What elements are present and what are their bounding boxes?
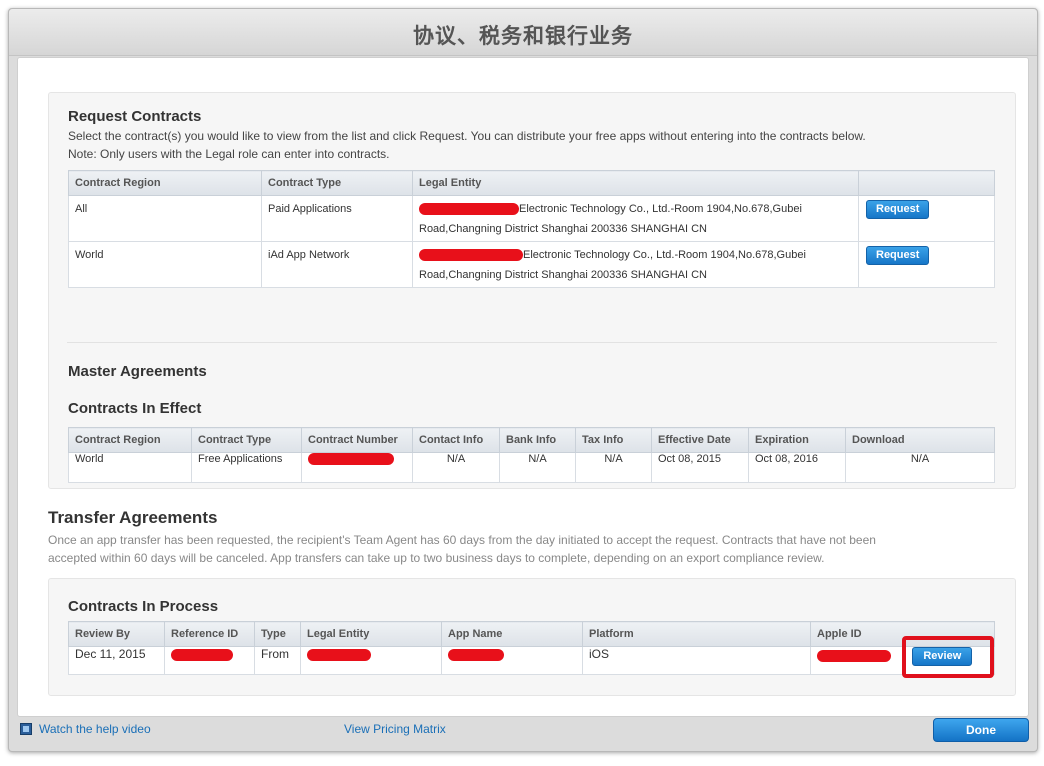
- contracts-in-process-heading: Contracts In Process: [68, 598, 219, 615]
- reference-id-cell: [164, 646, 255, 675]
- column-header: Contact Info: [412, 427, 500, 453]
- tax-info-cell: N/A: [575, 452, 652, 483]
- column-header: Type: [254, 621, 301, 647]
- column-header: Contract Region: [68, 170, 262, 196]
- column-header: Effective Date: [651, 427, 749, 453]
- type-cell: From: [254, 646, 301, 675]
- redaction-mark: [419, 203, 519, 216]
- column-header: Tax Info: [575, 427, 652, 453]
- column-header: Platform: [582, 621, 811, 647]
- table-row: All Paid Applications Electronic Technol…: [68, 195, 995, 242]
- column-header: Contract Number: [301, 427, 413, 453]
- contracts-in-process-table: Review By Reference ID Type Legal Entity…: [68, 621, 995, 675]
- request-button[interactable]: Request: [866, 200, 930, 219]
- contracts-in-effect-table: Contract Region Contract Type Contract N…: [68, 427, 995, 483]
- column-header: Legal Entity: [412, 170, 859, 196]
- table-row: World Free Applications N/A N/A N/A Oct …: [68, 452, 995, 483]
- content-area: Request Contracts Select the contract(s)…: [17, 57, 1029, 717]
- table-header-row: Contract Region Contract Type Contract N…: [68, 427, 995, 453]
- contract-region-cell: World: [68, 452, 192, 483]
- contract-type-cell: iAd App Network: [261, 241, 413, 288]
- transfer-agreements-description: Once an app transfer has been requested,…: [48, 531, 1008, 567]
- app-name-cell: [441, 646, 583, 675]
- dialog-window: 协议、税务和银行业务 Request Contracts Select the …: [8, 8, 1038, 752]
- title-bar: 协议、税务和银行业务: [9, 9, 1037, 56]
- bank-info-cell: N/A: [499, 452, 576, 483]
- contact-info-cell: N/A: [412, 452, 500, 483]
- contract-type-cell: Free Applications: [191, 452, 302, 483]
- column-header: Contract Type: [261, 170, 413, 196]
- transfer-description-line1: Once an app transfer has been requested,…: [48, 533, 876, 547]
- table-row: Dec 11, 2015 From iOS Review: [68, 646, 995, 675]
- legal-entity-cell: [300, 646, 442, 675]
- column-header: Legal Entity: [300, 621, 442, 647]
- contracts-panel: Request Contracts Select the contract(s)…: [48, 92, 1016, 489]
- transfer-description-line2: accepted within 60 days will be canceled…: [48, 551, 825, 565]
- column-header: App Name: [441, 621, 583, 647]
- expiration-cell: Oct 08, 2016: [748, 452, 846, 483]
- redaction-mark: [308, 453, 394, 466]
- column-header: Contract Region: [68, 427, 192, 453]
- column-header-empty: [858, 170, 995, 196]
- window-title: 协议、税务和银行业务: [413, 25, 633, 48]
- master-agreements-heading: Master Agreements: [68, 363, 207, 380]
- redaction-mark: [448, 648, 504, 661]
- request-description-note: Note: Only users with the Legal role can…: [68, 147, 390, 161]
- redaction-mark: [419, 249, 523, 262]
- platform-cell: iOS: [582, 646, 811, 675]
- column-header: Contract Type: [191, 427, 302, 453]
- request-description-line1: Select the contract(s) you would like to…: [68, 129, 866, 143]
- column-header: Bank Info: [499, 427, 576, 453]
- contracts-in-effect-heading: Contracts In Effect: [68, 400, 202, 417]
- download-cell: N/A: [845, 452, 995, 483]
- redaction-mark: [817, 649, 891, 662]
- request-contracts-table: Contract Region Contract Type Legal Enti…: [68, 170, 995, 288]
- legal-entity-line1: Electronic Technology Co., Ltd.-Room 190…: [523, 249, 806, 261]
- action-cell: Request: [858, 241, 995, 288]
- film-icon: [20, 723, 32, 735]
- contract-region-cell: All: [68, 195, 262, 242]
- section-divider: [67, 342, 997, 343]
- legal-entity-line1: Electronic Technology Co., Ltd.-Room 190…: [519, 203, 802, 215]
- legal-entity-cell: Electronic Technology Co., Ltd.-Room 190…: [412, 241, 859, 288]
- table-header-row: Review By Reference ID Type Legal Entity…: [68, 621, 995, 647]
- column-header: Review By: [68, 621, 165, 647]
- column-header: Expiration: [748, 427, 846, 453]
- contract-number-cell: [301, 452, 413, 483]
- table-row: World iAd App Network Electronic Technol…: [68, 241, 995, 288]
- contract-type-cell: Paid Applications: [261, 195, 413, 242]
- request-contracts-heading: Request Contracts: [68, 108, 202, 125]
- legal-entity-line2: Road,Changning District Shanghai 200336 …: [419, 223, 707, 235]
- done-button[interactable]: Done: [933, 718, 1029, 742]
- action-cell: Request: [858, 195, 995, 242]
- watch-help-video-link[interactable]: Watch the help video: [39, 722, 151, 736]
- redaction-mark: [307, 648, 371, 661]
- table-header-row: Contract Region Contract Type Legal Enti…: [68, 170, 995, 196]
- request-contracts-description: Select the contract(s) you would like to…: [68, 127, 998, 163]
- legal-entity-line2: Road,Changning District Shanghai 200336 …: [419, 269, 707, 281]
- review-by-cell: Dec 11, 2015: [68, 646, 165, 675]
- contract-region-cell: World: [68, 241, 262, 288]
- transfer-agreements-heading: Transfer Agreements: [48, 508, 218, 527]
- request-button[interactable]: Request: [866, 246, 930, 265]
- redaction-mark: [171, 648, 233, 661]
- contracts-in-process-panel: Contracts In Process Review By Reference…: [48, 578, 1016, 696]
- column-header: Reference ID: [164, 621, 255, 647]
- legal-entity-cell: Electronic Technology Co., Ltd.-Room 190…: [412, 195, 859, 242]
- view-pricing-matrix-link[interactable]: View Pricing Matrix: [344, 722, 446, 736]
- column-header: Download: [845, 427, 995, 453]
- effective-date-cell: Oct 08, 2015: [651, 452, 749, 483]
- review-highlight-box: [902, 636, 994, 678]
